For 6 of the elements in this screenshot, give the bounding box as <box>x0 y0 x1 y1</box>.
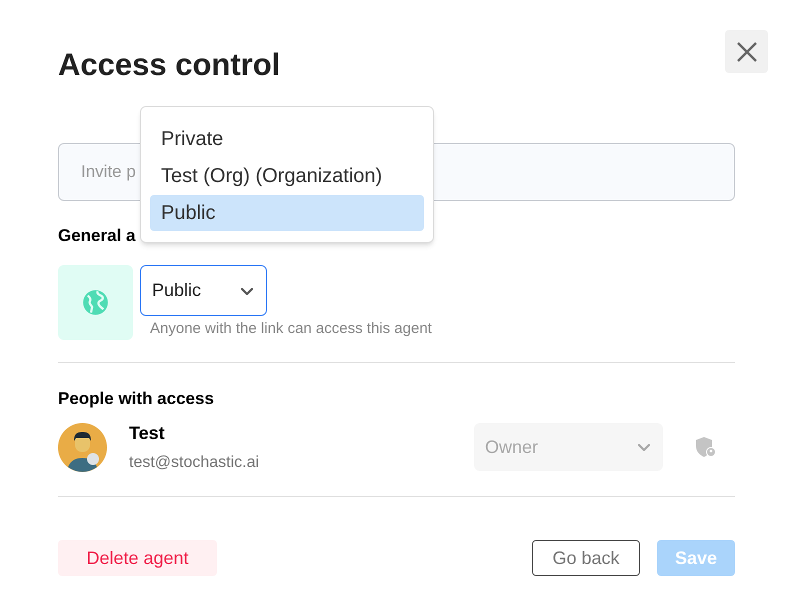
dialog-title: Access control <box>58 46 280 84</box>
section-heading: People with access <box>58 388 215 410</box>
section-heading: General a <box>58 224 136 246</box>
member-email: test@stochastic.ai <box>129 452 260 472</box>
member-name: Test <box>129 422 166 444</box>
access-hint: Anyone with the link can access this agent <box>150 319 432 339</box>
